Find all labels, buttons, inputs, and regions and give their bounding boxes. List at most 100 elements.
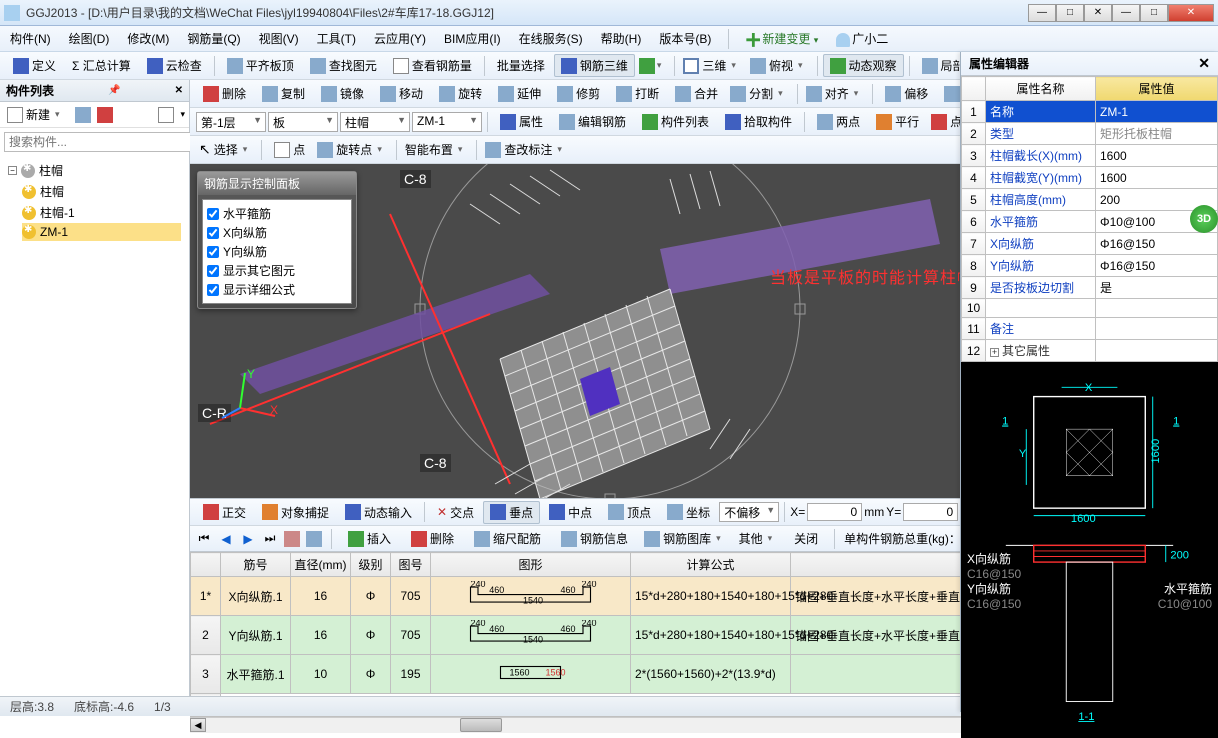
search-input[interactable] <box>4 132 193 152</box>
smart-btn[interactable]: 智能布置 <box>402 138 472 161</box>
col-grade[interactable]: 级别 <box>351 553 391 577</box>
select-btn[interactable]: ↖选择 <box>196 138 256 161</box>
perp-btn[interactable]: 垂点 <box>483 501 540 524</box>
insert-row-btn[interactable]: 插入 <box>341 527 398 550</box>
tree-node-zhumao1[interactable]: 柱帽-1 <box>22 202 181 223</box>
menu-online[interactable]: 在线服务(S) <box>515 28 587 49</box>
close-panel-icon[interactable]: ✕ <box>175 85 183 96</box>
dyninput-btn[interactable]: 动态输入 <box>338 501 419 524</box>
define-button[interactable]: 定义 <box>6 54 63 77</box>
rotate-btn[interactable]: 旋转 <box>432 82 489 105</box>
menu-version[interactable]: 版本号(B) <box>655 28 715 49</box>
move-btn[interactable]: 移动 <box>373 82 430 105</box>
menu-bim[interactable]: BIM应用(I) <box>440 28 505 49</box>
view-rebar-button[interactable]: 查看钢筋量 <box>386 54 479 77</box>
menu-rebar[interactable]: 钢筋量(Q) <box>183 28 244 49</box>
rebar-info-btn[interactable]: 钢筋信息 <box>554 527 635 550</box>
xpt-btn[interactable]: ✕交点 <box>430 501 481 524</box>
split-btn[interactable]: 分割 <box>727 82 792 105</box>
col-formula[interactable]: 计算公式 <box>631 553 791 577</box>
apex-btn[interactable]: 顶点 <box>601 501 658 524</box>
batch-select-button[interactable]: 批量选择 <box>490 54 552 77</box>
property-table[interactable]: 属性名称属性值 1名称ZM-1 2类型矩形托板柱帽 3柱帽截长(X)(mm)16… <box>961 76 1218 362</box>
scale-btn[interactable]: 缩尺配筋 <box>467 527 548 550</box>
bird-view-button[interactable]: 俯视 <box>747 54 812 77</box>
new-component-button[interactable]: 新建 <box>4 103 69 126</box>
new-change-button[interactable]: 新建变更 ▾ <box>742 28 822 49</box>
menu-draw[interactable]: 绘图(D) <box>65 28 114 49</box>
edit-rebar-btn[interactable]: 编辑钢筋 <box>552 110 633 133</box>
pin-icon[interactable]: 📌 <box>108 85 120 96</box>
restore-button[interactable]: □ <box>1056 4 1084 22</box>
lock-icon[interactable] <box>284 531 300 547</box>
coord-btn[interactable]: 坐标 <box>660 501 717 524</box>
sum-calc-button[interactable]: Σ 汇总计算 <box>65 54 138 77</box>
menu-modify[interactable]: 修改(M) <box>123 28 173 49</box>
floor-dropdown[interactable]: 第-1层 <box>196 112 266 132</box>
3d-badge[interactable]: 3D <box>1190 205 1218 233</box>
col-shape[interactable]: 图形 <box>431 553 631 577</box>
rotpt-btn[interactable]: 旋转点 <box>314 138 391 161</box>
rebar-3d-button[interactable]: 钢筋三维 <box>554 54 635 77</box>
tree-node-zm1[interactable]: ZM-1 <box>22 223 181 241</box>
dynview-button[interactable]: 动态观察 <box>823 54 904 77</box>
tree-node-zhumao[interactable]: 柱帽 <box>22 181 181 202</box>
minimize2-button[interactable]: — <box>1112 4 1140 22</box>
editanno-btn[interactable]: 查改标注 <box>482 138 571 161</box>
offset-dropdown[interactable]: 不偏移 <box>719 502 779 522</box>
col-code[interactable]: 图号 <box>391 553 431 577</box>
menu-cloud[interactable]: 云应用(Y) <box>370 28 430 49</box>
member-dropdown[interactable]: ZM-1 <box>412 112 482 132</box>
user-menu[interactable]: 广小二 <box>832 28 892 49</box>
offset-btn[interactable]: 偏移 <box>878 82 935 105</box>
minimize-button[interactable]: — <box>1028 4 1056 22</box>
merge-btn[interactable]: 合并 <box>668 82 725 105</box>
break-btn[interactable]: 打断 <box>609 82 666 105</box>
col-rownum[interactable] <box>191 553 221 577</box>
col-name[interactable]: 筋号 <box>221 553 291 577</box>
point-btn[interactable]: 点 <box>267 138 312 161</box>
scroll-thumb[interactable] <box>460 718 502 732</box>
menu-tools[interactable]: 工具(T) <box>313 28 360 49</box>
col-dia[interactable]: 直径(mm) <box>291 553 351 577</box>
x-input[interactable] <box>807 503 862 521</box>
twopt-btn[interactable]: 两点 <box>810 110 867 133</box>
category-dropdown[interactable]: 板 <box>268 112 338 132</box>
copy-icon[interactable] <box>75 107 91 123</box>
menu-component[interactable]: 构件(N) <box>6 28 55 49</box>
view-3d-button[interactable]: 三维 <box>680 54 745 77</box>
complist-btn[interactable]: 构件列表 <box>635 110 716 133</box>
close-prop-icon[interactable]: ✕ <box>1198 55 1210 72</box>
parallel-btn[interactable]: 平行 <box>869 110 926 133</box>
nav-last[interactable]: ⏭ <box>262 531 278 547</box>
scroll-left[interactable]: ◀ <box>190 718 206 732</box>
delete-icon[interactable] <box>97 107 113 123</box>
maximize-button[interactable]: □ <box>1140 4 1168 22</box>
filter-icon[interactable] <box>158 107 174 123</box>
attr-btn[interactable]: 属性 <box>493 110 550 133</box>
nav-next[interactable]: ▶ <box>240 531 256 547</box>
delete-btn[interactable]: 删除 <box>196 82 253 105</box>
cloud-check-button[interactable]: 云检查 <box>140 54 209 77</box>
delete-row-btn[interactable]: 删除 <box>404 527 461 550</box>
mirror-btn[interactable]: 镜像 <box>314 82 371 105</box>
copy-btn[interactable]: 复制 <box>255 82 312 105</box>
menu-view[interactable]: 视图(V) <box>255 28 303 49</box>
pick-btn[interactable]: 拾取构件 <box>718 110 799 133</box>
inner-close-button[interactable]: ✕ <box>1084 4 1112 22</box>
subcat-dropdown[interactable]: 柱帽 <box>340 112 410 132</box>
tree-root[interactable]: −柱帽 <box>8 160 181 181</box>
extend-btn[interactable]: 延伸 <box>491 82 548 105</box>
rebar-lib-btn[interactable]: 钢筋图库 <box>641 527 730 550</box>
align-btn[interactable]: 对齐 <box>803 82 868 105</box>
menu-help[interactable]: 帮助(H) <box>597 28 646 49</box>
objsnap-btn[interactable]: 对象捕捉 <box>255 501 336 524</box>
close-button[interactable]: ✕ <box>1168 4 1214 22</box>
nav-prev[interactable]: ◀ <box>218 531 234 547</box>
close-table-btn[interactable]: 关闭 <box>787 527 825 550</box>
y-input[interactable] <box>903 503 958 521</box>
arrow-dd[interactable] <box>637 56 670 76</box>
trim-btn[interactable]: 修剪 <box>550 82 607 105</box>
other-btn[interactable]: 其他 <box>736 527 782 550</box>
nav-first[interactable]: ⏮ <box>196 531 212 547</box>
